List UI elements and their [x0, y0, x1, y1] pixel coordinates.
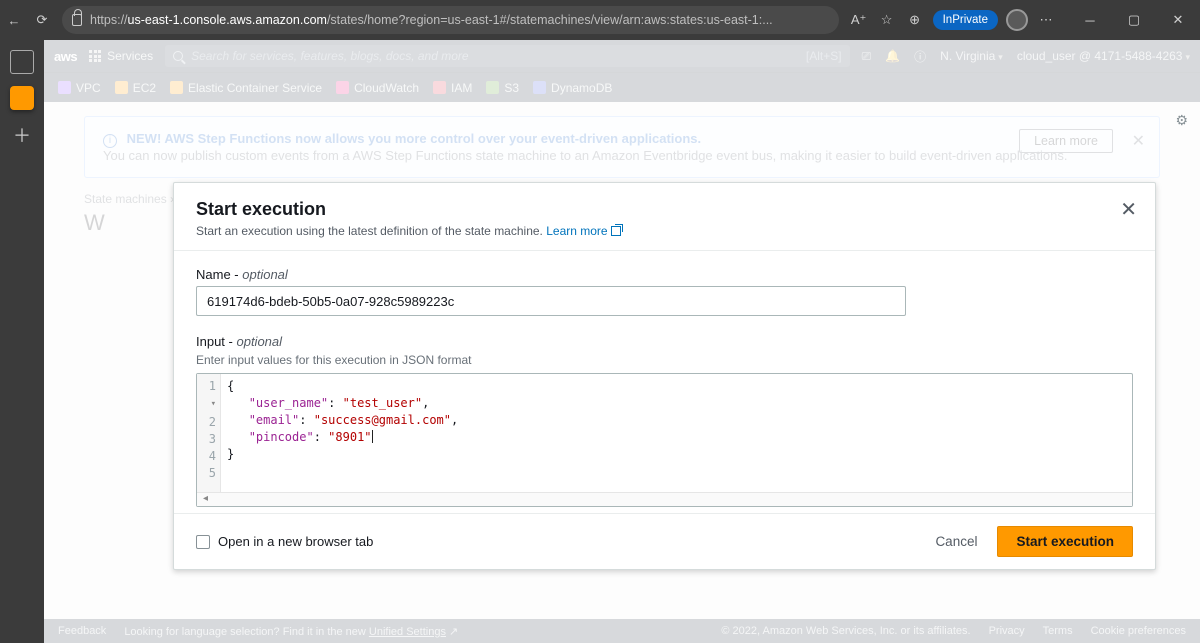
footer-feedback[interactable]: Feedback	[58, 625, 106, 637]
global-search[interactable]: Search for services, features, blogs, do…	[165, 45, 849, 67]
preferences-gear-icon[interactable]: ⚙	[1175, 112, 1188, 129]
footer-lang: Looking for language selection? Find it …	[124, 625, 458, 638]
footer-terms[interactable]: Terms	[1043, 625, 1073, 637]
favorite-cloudwatch[interactable]: CloudWatch	[336, 81, 419, 95]
region-selector[interactable]: N. Virginia	[940, 49, 1003, 63]
edge-sidebar: ＋	[0, 40, 44, 643]
external-link-icon	[611, 226, 621, 236]
back-button[interactable]: ←	[0, 13, 28, 28]
sidebar-tab-aws[interactable]	[10, 86, 34, 110]
address-bar[interactable]: https://us-east-1.console.aws.amazon.com…	[62, 6, 839, 34]
favorite-dynamodb[interactable]: DynamoDB	[533, 81, 612, 95]
footer-cookies[interactable]: Cookie preferences	[1091, 625, 1186, 637]
favorite-ecs[interactable]: Elastic Container Service	[170, 81, 322, 95]
favorite-vpc[interactable]: VPC	[58, 81, 101, 95]
more-menu-icon[interactable]: ⋯	[1032, 12, 1060, 28]
services-menu[interactable]: Services	[89, 49, 153, 63]
search-shortcut: [Alt+S]	[806, 49, 842, 63]
inprivate-badge: InPrivate	[933, 10, 998, 30]
favorite-icon[interactable]: ☆	[873, 12, 901, 28]
editor-gutter: 1 ▾2345	[197, 374, 221, 492]
flash-headline: NEW! AWS Step Functions now allows you m…	[127, 131, 701, 146]
cloudshell-icon[interactable]: ⎚	[862, 49, 872, 64]
lock-icon	[72, 14, 82, 26]
info-flash: i NEW! AWS Step Functions now allows you…	[84, 116, 1160, 178]
flash-learn-more-button[interactable]: Learn more	[1019, 129, 1113, 153]
aws-global-header: aws Services Search for services, featur…	[44, 40, 1200, 72]
modal-close-button[interactable]: ✕	[1120, 197, 1137, 222]
refresh-button[interactable]: ⟳	[28, 12, 56, 28]
open-new-tab-label: Open in a new browser tab	[218, 534, 373, 549]
start-execution-modal: Start execution Start an execution using…	[173, 182, 1156, 570]
favorites-bar: VPC EC2 Elastic Container Service CloudW…	[44, 72, 1200, 102]
url: https://us-east-1.console.aws.amazon.com…	[90, 13, 773, 27]
input-hint: Enter input values for this execution in…	[196, 353, 1133, 367]
footer-unified-settings-link[interactable]: Unified Settings	[369, 626, 446, 638]
flash-body: You can now publish custom events from a…	[103, 148, 1067, 163]
notifications-icon[interactable]: 🔔	[885, 49, 900, 63]
window-minimize[interactable]: ─	[1068, 0, 1112, 40]
open-new-tab-checkbox[interactable]	[196, 535, 210, 549]
editor-content[interactable]: { "user_name": "test_user", "email": "su…	[221, 374, 1132, 492]
learn-more-link[interactable]: Learn more	[546, 224, 620, 238]
flash-close-icon[interactable]: ✕	[1132, 131, 1145, 151]
account-menu[interactable]: cloud_user @ 4171-5488-4263	[1017, 49, 1190, 63]
browser-titlebar: ← ⟳ https://us-east-1.console.aws.amazon…	[0, 0, 1200, 40]
execution-name-input[interactable]	[196, 286, 906, 316]
sidebar-add-tab[interactable]: ＋	[13, 122, 31, 148]
aws-logo[interactable]: aws	[54, 49, 77, 64]
collections-icon[interactable]: ⊕	[901, 12, 929, 28]
window-maximize[interactable]: ▢	[1112, 0, 1156, 40]
start-execution-button[interactable]: Start execution	[997, 526, 1133, 557]
search-icon	[173, 51, 183, 61]
favorite-s3[interactable]: S3	[486, 81, 519, 95]
sidebar-tab-empty[interactable]	[10, 50, 34, 74]
read-aloud-icon[interactable]: A⁺	[845, 12, 873, 28]
modal-title: Start execution	[196, 199, 1133, 220]
console-footer: Feedback Looking for language selection?…	[44, 619, 1200, 643]
json-editor[interactable]: 1 ▾2345 { "user_name": "test_user", "ema…	[196, 373, 1133, 507]
favorite-ec2[interactable]: EC2	[115, 81, 156, 95]
grid-icon	[89, 50, 101, 62]
info-icon: i	[103, 134, 117, 148]
search-placeholder: Search for services, features, blogs, do…	[191, 49, 468, 63]
name-label: Name - optional	[196, 267, 1133, 282]
input-label: Input - optional	[196, 334, 1133, 349]
favorite-iam[interactable]: IAM	[433, 81, 472, 95]
editor-scroll-hint[interactable]: ◂	[197, 492, 1132, 506]
help-icon[interactable]: ⓘ	[914, 48, 926, 65]
footer-copyright: © 2022, Amazon Web Services, Inc. or its…	[721, 625, 970, 637]
cancel-button[interactable]: Cancel	[929, 528, 983, 555]
window-close[interactable]: ✕	[1156, 0, 1200, 40]
profile-avatar[interactable]	[1006, 9, 1028, 31]
modal-subtitle: Start an execution using the latest defi…	[196, 224, 1133, 238]
footer-privacy[interactable]: Privacy	[989, 625, 1025, 637]
